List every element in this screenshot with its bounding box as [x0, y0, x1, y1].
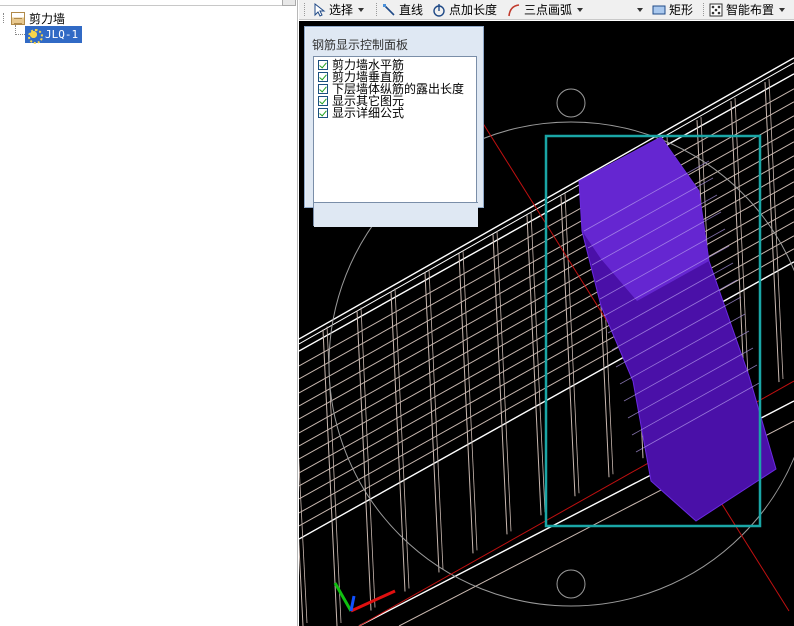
three-point-arc-tool-label: 三点画弧 — [524, 3, 573, 17]
select-tool-button[interactable]: 选择 — [312, 1, 365, 18]
smart-layout-icon — [709, 3, 723, 17]
rebar-line — [764, 82, 780, 383]
rectangle-tool-label: 矩形 — [669, 3, 694, 17]
y-axis-arrow — [333, 582, 353, 612]
rebar-line — [560, 196, 576, 497]
rebar-line — [299, 536, 304, 626]
axis-indicator — [333, 582, 396, 613]
smart-layout-label: 智能布置 — [726, 3, 775, 17]
toolbar-separator — [376, 3, 377, 16]
orbit-handle-bottom[interactable] — [556, 569, 586, 599]
rebar-panel-title: 钢筋显示控制面板 — [312, 38, 409, 52]
rebar-line — [390, 291, 406, 592]
option-show-detailed-formula[interactable]: 显示详细公式 — [318, 107, 404, 119]
orbit-handle-top[interactable] — [556, 88, 586, 118]
tree-node-shear-wall-label: 剪力墙 — [29, 11, 66, 26]
smart-layout-button[interactable]: 智能布置 — [709, 1, 786, 18]
rebar-line — [492, 234, 508, 535]
tree-node-shear-wall[interactable]: 剪力墙 — [0, 10, 65, 26]
chevron-down-icon[interactable] — [779, 7, 786, 12]
tree-connector-line — [15, 25, 25, 35]
rebar-panel-footer — [314, 202, 478, 227]
arc-draw-icon — [507, 3, 521, 17]
rebar-line — [356, 310, 372, 611]
tree-scroll-stub[interactable] — [282, 0, 296, 6]
point-length-tool-button[interactable]: 点加长度 — [432, 1, 497, 18]
line-draw-icon — [382, 3, 396, 17]
checkbox-show-other-elements[interactable] — [318, 96, 328, 106]
toolbar-separator — [304, 3, 305, 16]
drawing-toolbar: 选择 直线 点加长度 三点画弧 矩形 智能布置 — [299, 0, 794, 20]
option-show-detailed-formula-label: 显示详细公式 — [332, 106, 405, 120]
x-axis-arrow — [350, 589, 396, 613]
line-tool-button[interactable]: 直线 — [382, 1, 423, 18]
point-length-tool-label: 点加长度 — [449, 3, 498, 17]
wall-category-icon — [11, 11, 25, 25]
three-point-arc-tool-button[interactable]: 三点画弧 — [507, 1, 584, 18]
point-length-icon — [432, 3, 446, 17]
chevron-down-icon[interactable] — [637, 7, 643, 12]
more-tools-dropdown[interactable] — [632, 1, 643, 18]
rebar-line — [526, 215, 542, 516]
line-tool-label: 直线 — [399, 3, 424, 17]
checkbox-horizontal-rebar[interactable] — [318, 60, 328, 70]
cursor-arrow-icon — [312, 2, 326, 17]
tree-node-jlq-1[interactable]: JLQ-1 — [25, 26, 83, 44]
select-tool-label: 选择 — [329, 3, 354, 17]
rebar-line — [458, 253, 474, 554]
toolbar-separator — [703, 3, 704, 16]
tree-panel-top-border — [0, 0, 296, 6]
rebar-line — [424, 272, 440, 573]
rectangle-icon — [652, 3, 666, 17]
checkbox-show-detailed-formula[interactable] — [318, 108, 328, 118]
chevron-down-icon[interactable] — [577, 7, 584, 12]
component-tree-panel: 剪力墙 JLQ-1 — [0, 0, 298, 626]
chevron-down-icon[interactable] — [358, 7, 365, 12]
checkbox-lower-wall-exposed-length[interactable] — [318, 84, 328, 94]
rebar-display-control-panel: 钢筋显示控制面板 剪力墙水平筋 剪力墙垂直筋 下层墙体纵筋的露出长度 显示其它图… — [304, 26, 484, 227]
rebar-options-list: 剪力墙水平筋 剪力墙垂直筋 下层墙体纵筋的露出长度 显示其它图元 显示详细公式 — [313, 56, 478, 227]
tree-node-jlq-1-label: JLQ-1 — [45, 28, 79, 41]
checkbox-vertical-rebar[interactable] — [318, 72, 328, 82]
rectangle-tool-button[interactable]: 矩形 — [652, 1, 693, 18]
gear-icon — [27, 28, 43, 44]
rebar-line — [322, 329, 338, 626]
tree-expander-line — [3, 13, 11, 23]
